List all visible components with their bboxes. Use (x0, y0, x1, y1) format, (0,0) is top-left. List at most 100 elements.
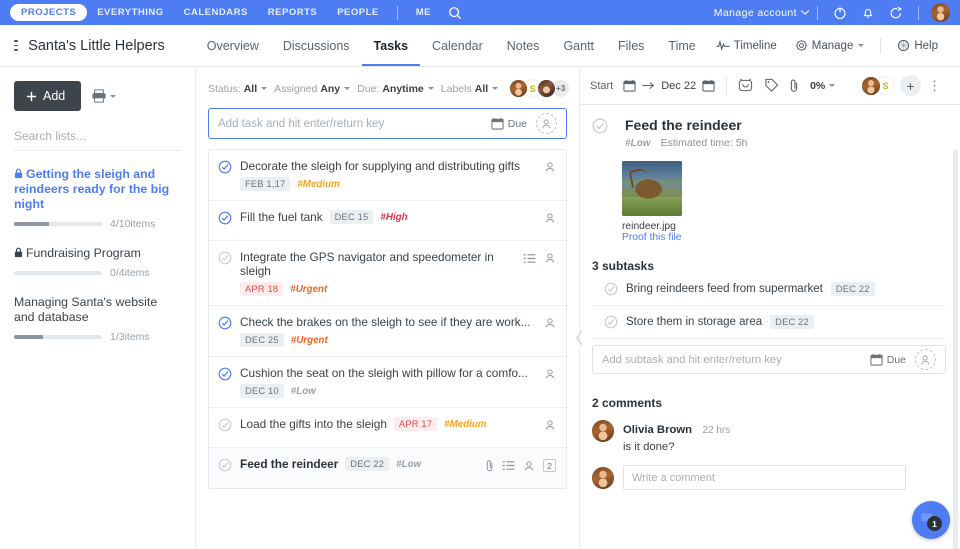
progress-dropdown[interactable]: 0% (810, 80, 836, 92)
table-row[interactable]: Check the brakes on the sleigh to see if… (209, 306, 566, 357)
add-task-due-button[interactable]: Due (491, 117, 527, 130)
calendar-icon[interactable] (702, 79, 715, 92)
add-assignee-button[interactable]: + (900, 75, 921, 96)
panel-collapse-handle[interactable] (570, 325, 588, 351)
comment-author-avatar[interactable] (592, 420, 614, 442)
attachment-icon[interactable] (486, 459, 494, 472)
assignee-avatar-3[interactable] (537, 79, 557, 98)
search-icon[interactable] (441, 0, 469, 25)
proof-file-link[interactable]: Proof this file (622, 232, 682, 243)
assignee-icon[interactable] (544, 161, 556, 173)
help-button[interactable]: Help (889, 39, 946, 52)
manage-button[interactable]: Manage (787, 39, 873, 52)
calendar-icon[interactable] (623, 79, 636, 92)
due-date-control[interactable]: Dec 22 (623, 79, 715, 92)
comment-input[interactable] (632, 471, 897, 484)
tab-gantt[interactable]: Gantt (551, 25, 606, 66)
filter-labels[interactable]: Labels All (440, 82, 499, 95)
subtask-checkbox[interactable] (604, 315, 618, 329)
list-item[interactable]: Bring reindeers feed from supermarket DE… (592, 273, 946, 306)
attachment-icon[interactable] (790, 78, 799, 93)
timeline-button[interactable]: Timeline (708, 40, 785, 52)
list-item[interactable]: Store them in storage area DEC 22 (592, 306, 946, 339)
add-button[interactable]: Add (14, 81, 82, 111)
filter-labels-label: Labels (440, 82, 472, 95)
tab-discussions[interactable]: Discussions (271, 25, 362, 66)
attachment-thumbnail[interactable] (622, 161, 682, 216)
task-checkbox[interactable] (218, 211, 232, 225)
topnav-people[interactable]: PEOPLE (327, 4, 389, 21)
sidebar-item-list-1[interactable]: Getting the sleigh and reindeers ready f… (14, 167, 181, 230)
tab-calendar[interactable]: Calendar (420, 25, 495, 66)
table-row[interactable]: Fill the fuel tank DEC 15 #High (209, 201, 566, 241)
start-date-button[interactable]: Start (590, 80, 613, 92)
table-row[interactable]: Decorate the sleigh for supplying and di… (209, 150, 566, 201)
search-lists-field[interactable] (14, 129, 181, 151)
task-assignee-avatar[interactable] (861, 75, 881, 96)
task-checkbox[interactable] (218, 160, 232, 174)
topnav-projects[interactable]: PROJECTS (10, 4, 88, 21)
task-checkbox[interactable] (218, 251, 232, 265)
manage-account-button[interactable]: Manage account (714, 7, 809, 19)
user-avatar[interactable] (931, 3, 950, 22)
topnav-reports[interactable]: REPORTS (258, 4, 327, 21)
table-row[interactable]: Cushion the seat on the sleigh with pill… (209, 357, 566, 408)
assignee-icon[interactable] (544, 212, 556, 224)
bell-icon[interactable] (854, 0, 882, 25)
subtask-checkbox[interactable] (604, 282, 618, 296)
filter-status[interactable]: Status: All (208, 83, 268, 95)
tag-icon[interactable] (764, 78, 779, 93)
vertical-dots-icon[interactable]: ⋮ (921, 78, 948, 94)
add-task-assignee-button[interactable] (536, 113, 557, 134)
tab-files[interactable]: Files (606, 25, 656, 66)
subtask-icon[interactable] (502, 460, 515, 471)
reminder-icon[interactable] (738, 78, 753, 93)
print-button[interactable] (91, 89, 117, 103)
subtask-icon[interactable] (523, 253, 536, 264)
detail-task-checkbox[interactable] (592, 118, 608, 134)
sidebar-item-list-2[interactable]: Fundraising Program 0/4items (14, 246, 181, 279)
task-checkbox[interactable] (218, 316, 232, 330)
assignee-icon[interactable] (544, 368, 556, 380)
add-subtask-assignee-button[interactable] (915, 349, 936, 370)
assignee-icon[interactable] (544, 252, 556, 264)
search-lists-input[interactable] (14, 129, 181, 143)
topnav-calendars[interactable]: CALENDARS (174, 4, 258, 21)
assignee-icon[interactable] (544, 419, 556, 431)
detail-scrollbar[interactable] (953, 149, 958, 549)
tab-overview[interactable]: Overview (195, 25, 271, 66)
table-row[interactable]: Feed the reindeer DEC 22 #Low 2 (209, 448, 566, 488)
add-subtask-due-button[interactable]: Due (870, 353, 906, 366)
filter-due[interactable]: Due: Anytime (357, 83, 434, 95)
tab-notes[interactable]: Notes (495, 25, 552, 66)
tab-time[interactable]: Time (656, 25, 707, 66)
tab-tasks[interactable]: Tasks (362, 25, 421, 66)
comment-input-field[interactable] (623, 465, 906, 490)
detail-task-meta: #Low Estimated time: 5h (625, 137, 748, 149)
assignee-icon[interactable] (523, 460, 535, 472)
assignee-icon[interactable] (544, 317, 556, 329)
add-subtask-input[interactable] (602, 353, 870, 366)
power-icon[interactable] (826, 0, 854, 25)
task-checkbox[interactable] (218, 367, 232, 381)
add-task-field[interactable]: Due (208, 108, 567, 139)
topnav-everything[interactable]: EVERYTHING (87, 4, 173, 21)
hamburger-icon[interactable] (14, 37, 19, 54)
progress-bar (14, 222, 102, 226)
chat-widget-button[interactable]: 1 (912, 501, 950, 539)
add-task-input[interactable] (218, 117, 491, 130)
comment-count-badge[interactable]: 2 (543, 459, 556, 472)
filter-assigned[interactable]: Assigned Any (274, 83, 351, 95)
task-checkbox[interactable] (218, 418, 232, 432)
task-row-icons (544, 417, 556, 431)
due-date-value[interactable]: Dec 22 (661, 80, 696, 92)
task-content: Fill the fuel tank DEC 15 #High (240, 210, 536, 224)
topnav-me[interactable]: ME (406, 4, 441, 21)
task-checkbox[interactable] (218, 458, 232, 472)
add-subtask-field[interactable]: Due (592, 345, 946, 374)
assignee-avatar-1[interactable] (509, 79, 529, 98)
table-row[interactable]: Load the gifts into the sleigh APR 17 #M… (209, 408, 566, 448)
table-row[interactable]: Integrate the GPS navigator and speedome… (209, 241, 566, 306)
sidebar-item-list-3[interactable]: Managing Santa's website and database 1/… (14, 295, 181, 343)
logout-icon[interactable] (882, 0, 910, 25)
